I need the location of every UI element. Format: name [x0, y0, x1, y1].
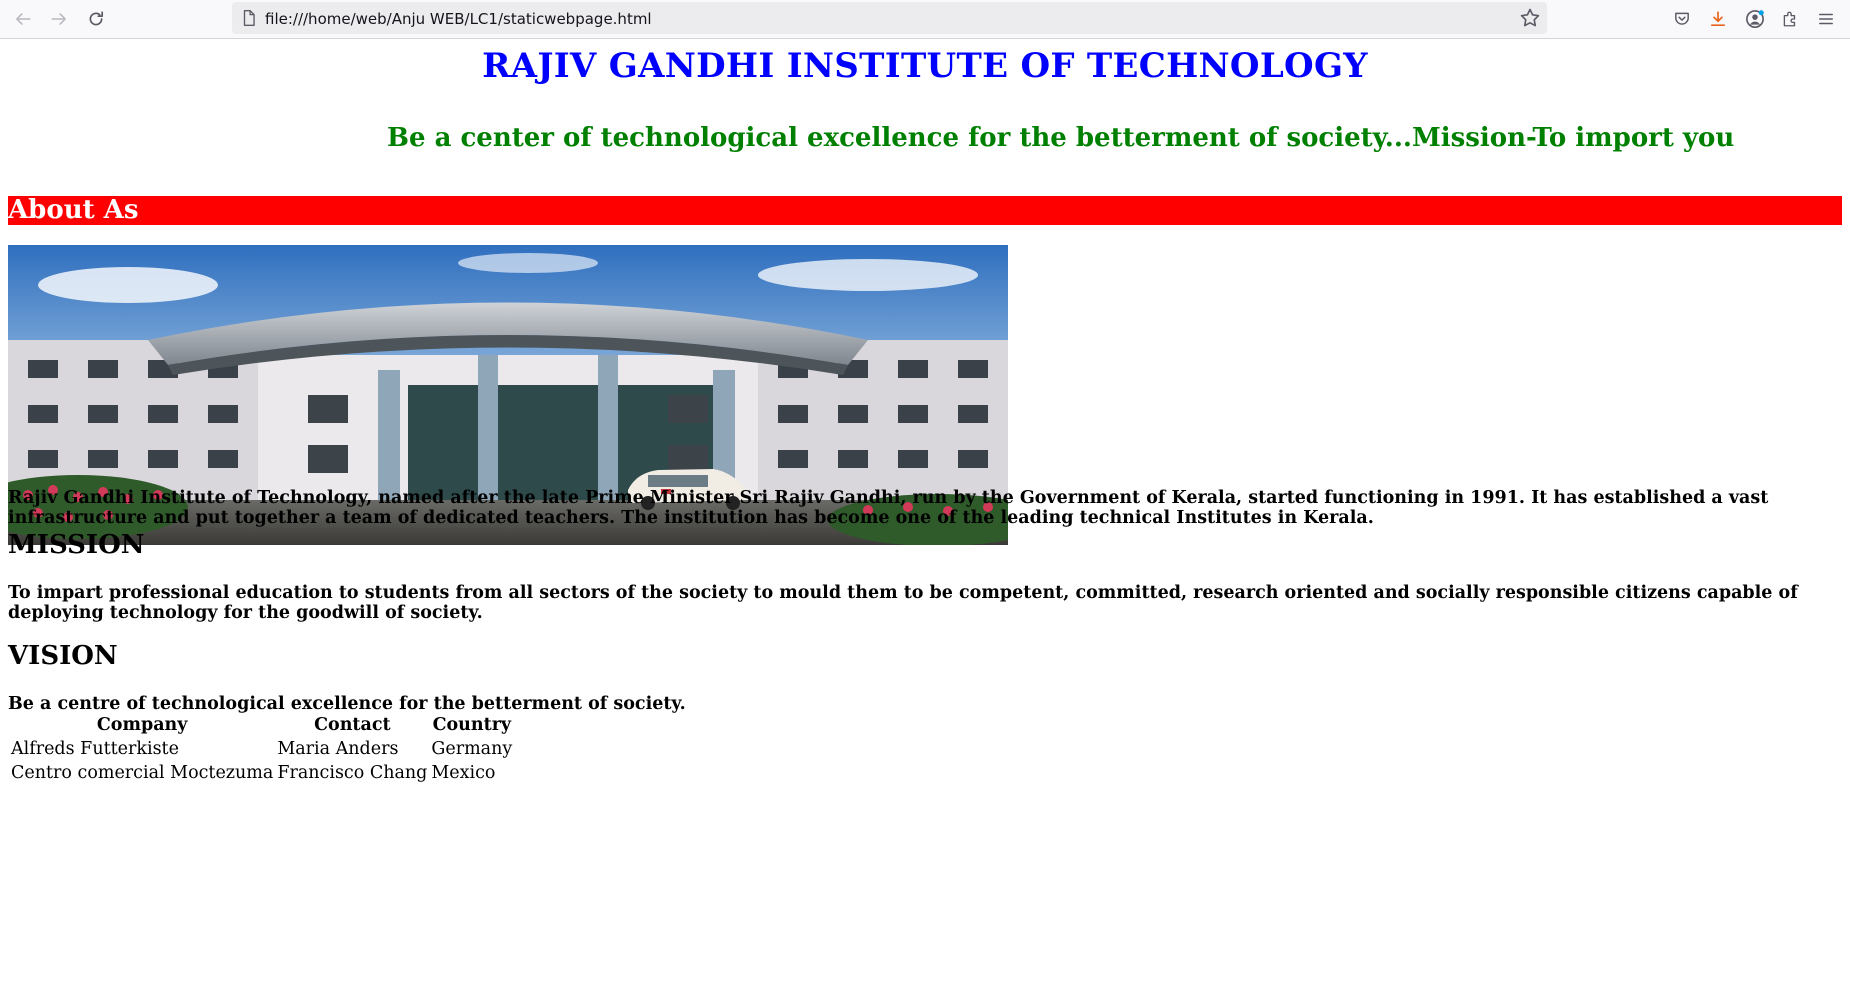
company-table: Company Contact Country Alfreds Futterki… [8, 712, 515, 786]
table-cell-contact: Maria Anders [277, 739, 399, 759]
vision-heading: VISION [8, 641, 118, 671]
downloads-button[interactable] [1703, 4, 1733, 34]
table-cell-company: Alfreds Futterkiste [11, 739, 179, 759]
mission-paragraph: To impart professional education to stud… [8, 583, 1798, 623]
column-header-company: Company [96, 715, 188, 735]
arrow-right-icon [51, 13, 66, 25]
hamburger-menu-icon [1819, 13, 1833, 25]
back-button[interactable] [8, 4, 38, 34]
page-icon [243, 10, 255, 26]
forward-button[interactable] [44, 4, 74, 34]
table-cell-contact: Francisco Chang [277, 763, 428, 783]
table-cell-company: Centro comercial Moctezuma [11, 763, 274, 783]
mission-heading: MISSION [8, 530, 145, 560]
extensions-button[interactable] [1775, 4, 1805, 34]
account-icon [1746, 10, 1764, 28]
menu-button[interactable] [1811, 4, 1841, 34]
account-button[interactable] [1740, 4, 1770, 34]
table-row: Alfreds Futterkiste Maria Anders Germany [10, 738, 513, 760]
about-heading: About As [8, 196, 1842, 225]
table-row: Centro comercial Moctezuma Francisco Cha… [10, 762, 513, 784]
page-content: RAJIV GANDHI INSTITUTE OF TECHNOLOGY Be … [0, 39, 1850, 999]
bookmark-star-icon[interactable] [1519, 7, 1541, 29]
column-header-contact: Contact [314, 715, 391, 735]
scrolling-marquee: Be a center of technological excellence … [387, 123, 1735, 153]
url-bar[interactable]: file:///home/web/Anju WEB/LC1/staticwebp… [232, 2, 1547, 34]
table-header-row: Company Contact Country [10, 714, 513, 736]
url-text[interactable]: file:///home/web/Anju WEB/LC1/staticwebp… [265, 10, 652, 28]
puzzle-icon [1783, 11, 1796, 27]
download-icon [1710, 11, 1726, 27]
arrow-left-icon [16, 13, 31, 25]
page-title: RAJIV GANDHI INSTITUTE OF TECHNOLOGY [482, 46, 1368, 86]
about-paragraph: Rajiv Gandhi Institute of Technology, na… [8, 488, 1769, 528]
pocket-icon [1675, 12, 1689, 25]
reload-icon [89, 11, 104, 26]
pocket-button[interactable] [1667, 4, 1697, 34]
browser-toolbar: file:///home/web/Anju WEB/LC1/staticwebp… [0, 0, 1850, 39]
column-header-country: Country [432, 715, 512, 735]
reload-button[interactable] [81, 4, 111, 34]
table-cell-country: Germany [431, 739, 513, 759]
vision-paragraph: Be a centre of technological excellence … [8, 694, 686, 714]
table-cell-country: Mexico [431, 763, 496, 783]
